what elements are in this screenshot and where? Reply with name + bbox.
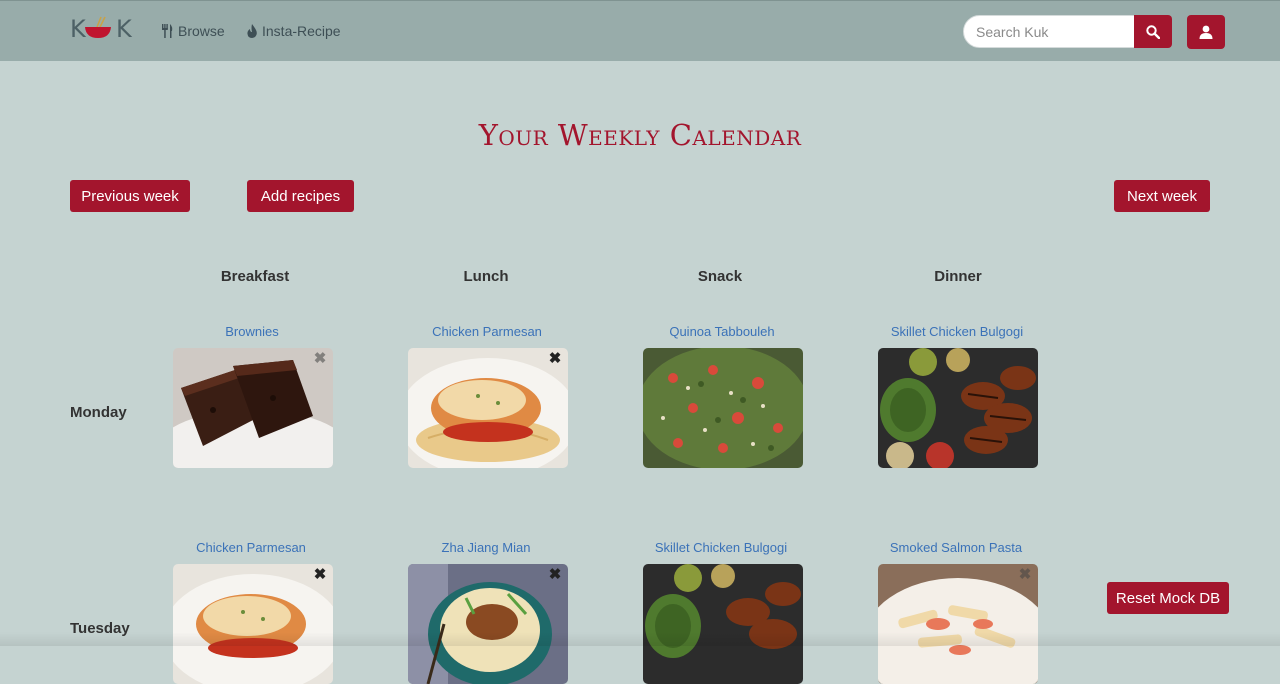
brand-logo[interactable]: K K	[70, 9, 132, 49]
recipe-link[interactable]: Smoked Salmon Pasta	[876, 540, 1036, 555]
nav-browse-link[interactable]: Browse	[161, 23, 225, 39]
recipe-image-smoked-salmon-pasta[interactable]: ✖	[878, 564, 1038, 684]
column-header-snack: Snack	[697, 268, 743, 285]
recipe-link[interactable]: Skillet Chicken Bulgogi	[877, 324, 1037, 339]
recipe-link[interactable]: Brownies	[172, 324, 332, 339]
recipe-image-quinoa-tabbouleh[interactable]	[643, 348, 803, 468]
recipe-link[interactable]: Skillet Chicken Bulgogi	[641, 540, 801, 555]
user-icon	[1199, 25, 1213, 39]
page-title: Your Weekly Calendar	[478, 118, 802, 152]
bowl-chopsticks-logo-icon	[85, 16, 111, 38]
nav-browse-label: Browse	[178, 23, 225, 39]
day-label-monday: Monday	[70, 404, 127, 421]
flame-icon	[247, 24, 257, 38]
column-header-lunch: Lunch	[463, 268, 509, 285]
search-icon	[1146, 24, 1160, 39]
user-account-button[interactable]	[1187, 15, 1225, 49]
recipe-image-chicken-parmesan[interactable]: ✖	[173, 564, 333, 684]
nav-insta-recipe-label: Insta-Recipe	[262, 23, 341, 39]
recipe-image-zha-jiang-mian[interactable]: ✖	[408, 564, 568, 684]
recipe-image-skillet-chicken-bulgogi[interactable]	[643, 564, 803, 684]
recipe-image-brownies[interactable]: ✖	[173, 348, 333, 468]
previous-week-button[interactable]: Previous week	[70, 180, 190, 212]
search-input[interactable]	[963, 15, 1135, 48]
column-header-dinner: Dinner	[934, 268, 982, 285]
recipe-link[interactable]: Chicken Parmesan	[407, 324, 567, 339]
recipe-link[interactable]: Chicken Parmesan	[171, 540, 331, 555]
reset-mock-db-button[interactable]: Reset Mock DB	[1107, 582, 1229, 614]
remove-recipe-icon[interactable]: ✖	[548, 567, 562, 582]
logo-letter-right: K	[116, 15, 132, 43]
remove-recipe-icon[interactable]: ✖	[313, 567, 327, 582]
remove-recipe-icon[interactable]: ✖	[313, 351, 327, 366]
next-week-button[interactable]: Next week	[1114, 180, 1210, 212]
recipe-image-skillet-chicken-bulgogi[interactable]	[878, 348, 1038, 468]
remove-recipe-icon[interactable]: ✖	[548, 351, 562, 366]
recipe-link[interactable]: Zha Jiang Mian	[406, 540, 566, 555]
nav-insta-recipe-link[interactable]: Insta-Recipe	[246, 23, 341, 39]
search-button[interactable]	[1134, 15, 1172, 48]
column-header-breakfast: Breakfast	[220, 268, 290, 285]
day-label-tuesday: Tuesday	[70, 620, 130, 637]
recipe-link[interactable]: Quinoa Tabbouleh	[642, 324, 802, 339]
remove-recipe-icon[interactable]: ✖	[1018, 567, 1032, 582]
fork-knife-icon	[162, 24, 173, 38]
add-recipes-button[interactable]: Add recipes	[247, 180, 354, 212]
top-navbar: K K Browse Insta-Recipe	[0, 0, 1280, 61]
recipe-image-chicken-parmesan[interactable]: ✖	[408, 348, 568, 468]
